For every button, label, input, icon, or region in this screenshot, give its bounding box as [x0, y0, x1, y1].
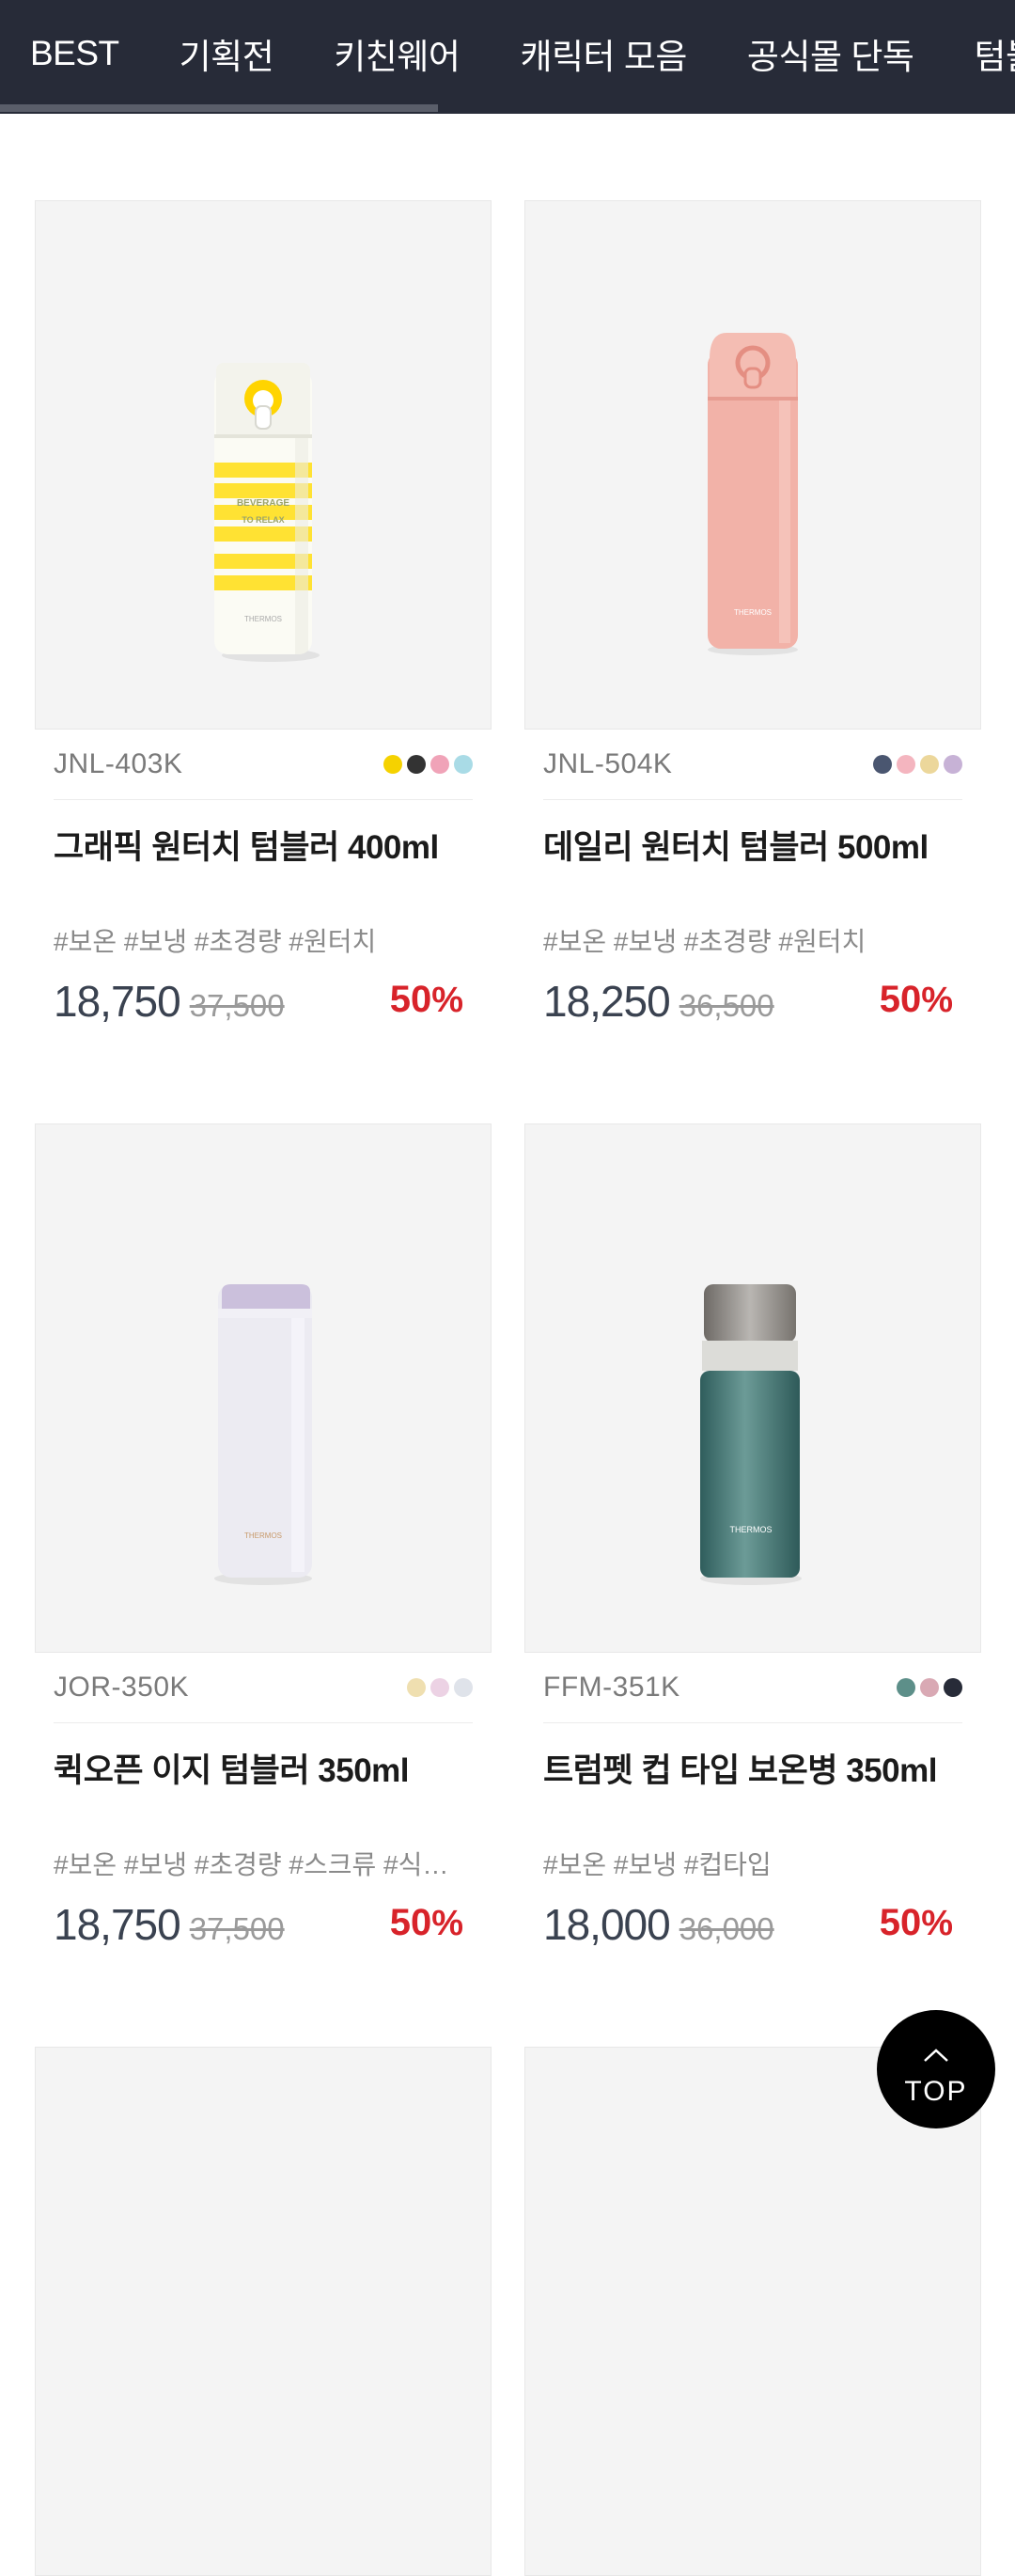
product-meta: JNL-403K [54, 730, 473, 800]
tumbler-image: BEVERAGE TO RELAX THERMOS [214, 363, 320, 662]
discount-value: 50 [879, 979, 922, 1020]
discount-value: 50 [389, 979, 432, 1020]
product-card[interactable]: THERMOS FFM-351K 트럼펫 컵 타입 보온병 350ml #보온 … [524, 1123, 981, 1950]
color-swatch[interactable] [920, 1678, 939, 1697]
top-label: TOP [904, 2076, 968, 2107]
product-meta: JNL-504K [543, 730, 962, 800]
color-swatch[interactable] [454, 1678, 473, 1697]
product-card[interactable]: THERMOS JOR-350K 퀵오픈 이지 텀블러 350ml #보온 #보… [35, 1123, 492, 1950]
original-price: 36,000 [679, 1911, 774, 1946]
discount-unit: % [431, 1904, 463, 1943]
nav-scroll-indicator[interactable] [0, 104, 438, 112]
product-card[interactable] [524, 2047, 981, 2576]
color-swatch[interactable] [944, 755, 962, 774]
color-swatches [407, 1678, 473, 1697]
color-swatch[interactable] [873, 755, 892, 774]
product-model: JNL-403K [54, 748, 183, 779]
product-image[interactable]: THERMOS [524, 200, 981, 730]
product-name[interactable]: 데일리 원터치 텀블러 500ml [543, 821, 962, 869]
color-swatch[interactable] [407, 755, 426, 774]
product-name[interactable]: 그래픽 원터치 텀블러 400ml [54, 821, 473, 869]
product-tags: #보온 #보냉 #초경량 #스크류 #식기세척기 [54, 1850, 473, 1879]
product-image[interactable]: BEVERAGE TO RELAX THERMOS [35, 200, 492, 730]
product-name[interactable]: 트럼펫 컵 타입 보온병 350ml [543, 1744, 962, 1792]
discount-unit: % [431, 981, 463, 1020]
price-row: 18,250 36,500 50% [543, 976, 962, 1027]
product-image[interactable] [35, 2047, 492, 2576]
discount-unit: % [921, 1904, 953, 1943]
tab-characters[interactable]: 캐릭터 모음 [490, 28, 716, 79]
chevron-up-icon [924, 2049, 948, 2062]
product-card[interactable] [35, 2047, 492, 2576]
color-swatch[interactable] [383, 755, 402, 774]
print-line-2: TO RELAX [242, 515, 284, 525]
tab-exclusive[interactable]: 공식몰 단독 [717, 28, 944, 79]
product-meta: JOR-350K [54, 1653, 473, 1723]
product-meta: FFM-351K [543, 1653, 962, 1723]
discount-value: 50 [879, 1902, 922, 1943]
color-swatches [383, 755, 473, 774]
discount-rate: 50% [390, 979, 463, 1021]
price-row: 18,750 37,500 50% [54, 976, 473, 1027]
product-model: JNL-504K [543, 748, 673, 779]
discount-value: 50 [389, 1902, 432, 1943]
color-swatch[interactable] [430, 755, 449, 774]
category-nav: BEST 기획전 키친웨어 캐릭터 모음 공식몰 단독 텀블러 [0, 0, 1015, 114]
brand-label: THERMOS [734, 608, 772, 617]
sale-price: 18,000 [543, 1900, 671, 1949]
color-swatch[interactable] [454, 755, 473, 774]
sale-price: 18,750 [54, 977, 181, 1026]
product-model: JOR-350K [54, 1672, 190, 1703]
brand-label: THERMOS [730, 1525, 773, 1534]
product-card[interactable]: THERMOS JNL-504K 데일리 원터치 텀블러 500ml #보온 #… [524, 200, 981, 1027]
product-image[interactable]: THERMOS [35, 1123, 492, 1653]
tab-kitchenware[interactable]: 키친웨어 [304, 28, 490, 79]
discount-rate: 50% [880, 1902, 953, 1944]
price-row: 18,750 37,500 50% [54, 1899, 473, 1950]
color-swatch[interactable] [897, 755, 915, 774]
product-image[interactable]: THERMOS [524, 1123, 981, 1653]
brand-label: THERMOS [244, 615, 282, 623]
tab-promotions[interactable]: 기획전 [149, 28, 304, 79]
product-tags: #보온 #보냉 #초경량 #원터치 [543, 927, 867, 956]
tab-tumbler[interactable]: 텀블러 [944, 28, 1015, 79]
tumbler-image: THERMOS [700, 1284, 802, 1585]
color-swatch[interactable] [897, 1678, 915, 1697]
product-tags: #보온 #보냉 #컵타입 [543, 1850, 772, 1879]
color-swatches [897, 1678, 962, 1697]
tab-best[interactable]: BEST [0, 34, 149, 73]
color-swatch[interactable] [430, 1678, 449, 1697]
discount-rate: 50% [880, 979, 953, 1021]
color-swatch[interactable] [920, 755, 939, 774]
sale-price: 18,750 [54, 1900, 181, 1949]
color-swatch[interactable] [407, 1678, 426, 1697]
scroll-to-top-button[interactable]: TOP [877, 2010, 995, 2128]
color-swatch[interactable] [944, 1678, 962, 1697]
original-price: 36,500 [679, 988, 774, 1023]
color-swatches [873, 755, 962, 774]
product-model: FFM-351K [543, 1672, 680, 1703]
discount-rate: 50% [390, 1902, 463, 1944]
tumbler-image: THERMOS [214, 1284, 312, 1585]
discount-unit: % [921, 981, 953, 1020]
product-card[interactable]: BEVERAGE TO RELAX THERMOS JNL-403K 그래픽 원… [35, 200, 492, 1027]
product-tags: #보온 #보냉 #초경량 #원터치 [54, 927, 377, 956]
sale-price: 18,250 [543, 977, 671, 1026]
print-line-1: BEVERAGE [237, 498, 289, 509]
product-image[interactable] [524, 2047, 981, 2576]
category-tabs: BEST 기획전 키친웨어 캐릭터 모음 공식몰 단독 텀블러 [0, 0, 1015, 107]
price-row: 18,000 36,000 50% [543, 1899, 962, 1950]
original-price: 37,500 [189, 1911, 285, 1946]
product-name[interactable]: 퀵오픈 이지 텀블러 350ml [54, 1744, 473, 1792]
tumbler-image: THERMOS [708, 333, 798, 655]
brand-label: THERMOS [244, 1531, 282, 1540]
original-price: 37,500 [189, 988, 285, 1023]
